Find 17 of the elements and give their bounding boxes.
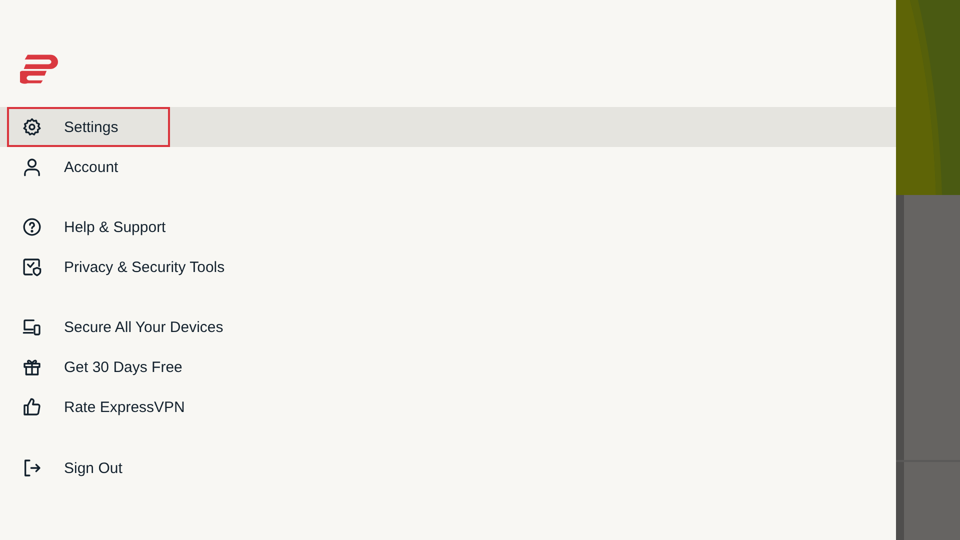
- menu-item[interactable]: Secure All Your Devices: [0, 307, 276, 347]
- shield-icon: [22, 257, 42, 277]
- logo-icon: [20, 54, 58, 84]
- menu-item[interactable]: Get 30 Days Free: [0, 347, 234, 387]
- thumbs-up-icon: [22, 397, 42, 417]
- gift-icon: [22, 357, 42, 377]
- devices-icon: [22, 317, 42, 337]
- menu-item[interactable]: Sign Out: [0, 448, 174, 488]
- menu-item[interactable]: Settings: [7, 107, 170, 147]
- menu-item[interactable]: Help & Support: [0, 207, 218, 247]
- menu-item[interactable]: Privacy & Security Tools: [0, 247, 277, 287]
- person-icon: [22, 157, 42, 177]
- menu-item[interactable]: Account: [0, 147, 170, 187]
- sign-out-icon: [22, 458, 42, 478]
- settings-icon: [22, 117, 42, 137]
- menu-item[interactable]: Rate ExpressVPN: [0, 387, 237, 427]
- help-icon: [22, 217, 42, 237]
